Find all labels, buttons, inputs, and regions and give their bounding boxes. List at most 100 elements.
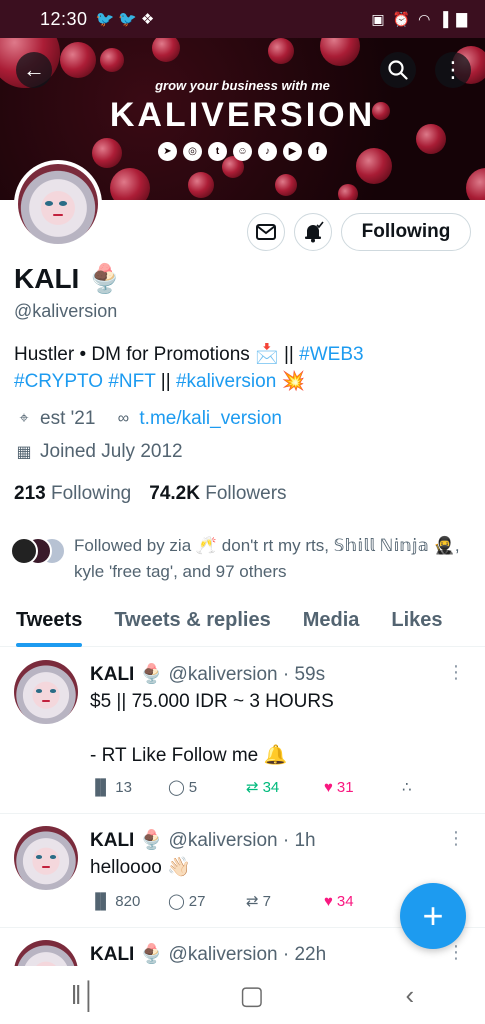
banner-bubble [320, 38, 360, 66]
twitter-icon: 🐦 [95, 11, 115, 28]
bell-check-icon [305, 221, 324, 243]
heart-icon: ♥ [324, 778, 333, 796]
tab-tweets-replies[interactable]: Tweets & replies [98, 594, 286, 647]
message-button[interactable] [247, 213, 285, 251]
twitter-icon: 🐦 [118, 11, 137, 28]
tweet-actions: ▐▌ 13 ◯ 5 ⇄ 34 ♥ 31 ∴ [90, 778, 480, 797]
instagram-icon: ◎ [183, 142, 202, 161]
avatar [10, 537, 38, 565]
share-icon: ∴ [402, 779, 412, 796]
calendar-icon: ▦ [16, 444, 32, 461]
retweet-icon: ⇄ [246, 893, 259, 910]
tweet-author-name: KALI 🍨 [90, 944, 164, 965]
profile-location: est '21 [40, 408, 96, 429]
link-icon: ∞ [117, 410, 130, 427]
facebook-icon: f [308, 142, 327, 161]
tweet-text: helloooo 👋🏻 [90, 857, 191, 878]
banner-bubble [188, 172, 214, 198]
reply-button[interactable]: ◯ 5 [168, 778, 246, 797]
more-options-button[interactable]: ⋮ [435, 52, 471, 88]
tweet[interactable]: KALI 🍨 @kaliversion · 59s ⋮ $5 || 75.000… [0, 648, 485, 814]
hashtag-link[interactable]: #CRYPTO [14, 371, 103, 392]
tweet-meta: @kaliversion · 22h [168, 944, 327, 965]
profile-avatar[interactable] [14, 160, 102, 248]
followed-by[interactable]: Followed by zia 🥂 don't rt my rts, 𝕊𝕙𝕚𝕝𝕝… [10, 533, 480, 585]
back-button[interactable]: ← [16, 52, 52, 88]
wifi-icon: ◠ [418, 10, 431, 27]
tweet-avatar[interactable] [14, 826, 78, 890]
profile-name: KALI 🍨 [14, 263, 122, 294]
banner-bubble [60, 42, 96, 78]
tweet-meta: @kaliversion · 1h [168, 830, 316, 851]
profile-tabs: Tweets Tweets & replies Media Likes [0, 594, 485, 647]
retweet-button[interactable]: ⇄ 7 [246, 892, 324, 911]
tiktok-icon: ♪ [258, 142, 277, 161]
alarm-icon: ⏰ [392, 10, 411, 27]
notifications-button[interactable] [294, 213, 332, 251]
following-button[interactable]: Following [341, 213, 471, 251]
tab-media[interactable]: Media [287, 594, 376, 647]
battery-saver-icon: ▣ [371, 10, 385, 27]
hashtag-link[interactable]: #kaliversion [176, 371, 276, 392]
views-button[interactable]: ▐▌ 13 [90, 778, 168, 796]
share-button[interactable]: ∴ [402, 778, 480, 796]
tweet-avatar[interactable] [14, 940, 78, 966]
profile-url[interactable]: t.me/kali_version [139, 408, 282, 430]
tab-tweets[interactable]: Tweets [0, 594, 98, 647]
reply-button[interactable]: ◯ 27 [168, 892, 246, 911]
banner-brand: KALIVERSION [109, 96, 376, 134]
retweet-icon: ⇄ [246, 779, 259, 796]
tweet-text: $5 || 75.000 IDR ~ 3 HOURS - RT Like Fol… [90, 691, 334, 766]
retweet-button[interactable]: ⇄ 34 [246, 778, 324, 797]
views-button[interactable]: ▐▌ 820 [90, 892, 168, 910]
tweet-actions: ▐▌ 820 ◯ 27 ⇄ 7 ♥ 34 [90, 892, 402, 911]
arrow-left-icon: ← [23, 57, 45, 82]
more-vertical-icon: ⋮ [442, 57, 464, 82]
like-button[interactable]: ♥ 34 [324, 892, 402, 910]
plus-icon: + [422, 895, 444, 936]
tweet-author-name: KALI 🍨 [90, 830, 164, 851]
search-icon [388, 60, 408, 80]
signal-icon: ▐ [438, 11, 449, 27]
more-vertical-icon[interactable]: ⋮ [447, 828, 465, 849]
comment-icon: ◯ [168, 779, 185, 796]
profile-joined-row: ▦ Joined July 2012 [14, 441, 183, 463]
recent-apps-icon[interactable]: ‖│ [71, 980, 98, 1011]
home-icon[interactable]: ▢ [239, 980, 264, 1011]
like-button[interactable]: ♥ 31 [324, 778, 402, 796]
tweet-meta: @kaliversion · 59s [168, 664, 326, 685]
banner-social-icons: ➤ ◎ t ☺ ♪ ▶ f [0, 142, 485, 161]
following-count-link[interactable]: 213 Following [14, 483, 131, 505]
banner-bubble [268, 38, 294, 64]
slack-icon: ❖ [140, 11, 155, 28]
tweet-avatar[interactable] [14, 660, 78, 724]
profile-joined: Joined July 2012 [40, 441, 183, 462]
comment-icon: ◯ [168, 893, 185, 910]
followed-by-text: Followed by zia 🥂 don't rt my rts, 𝕊𝕙𝕚𝕝𝕝… [74, 536, 460, 581]
battery-icon: ▇ [456, 10, 467, 27]
tab-likes[interactable]: Likes [375, 594, 458, 647]
hashtag-link[interactable]: #NFT [108, 371, 155, 392]
banner-bubble [152, 38, 180, 62]
heart-icon: ♥ [324, 892, 333, 910]
banner-bubble [466, 168, 485, 200]
location-icon: ⌖ [19, 410, 29, 427]
more-vertical-icon[interactable]: ⋮ [447, 662, 465, 683]
twitter-icon: t [208, 142, 227, 161]
profile-handle: @kaliversion [14, 301, 118, 321]
youtube-icon: ▶ [283, 142, 302, 161]
discord-icon: ☺ [233, 142, 252, 161]
back-icon[interactable]: ‹ [406, 980, 415, 1011]
banner-bubble [100, 48, 124, 72]
telegram-icon: ➤ [158, 142, 177, 161]
compose-tweet-button[interactable]: + [400, 883, 466, 949]
profile-stats: 213 Following 74.2K Followers [14, 483, 287, 505]
profile-bio: Hustler • DM for Promotions 📩 || #WEB3 #… [14, 344, 364, 392]
follower-avatars [10, 537, 66, 567]
system-nav-bar: ‖│ ▢ ‹ [0, 966, 485, 1024]
followers-count-link[interactable]: 74.2K Followers [149, 483, 286, 505]
hashtag-link[interactable]: #WEB3 [299, 344, 363, 365]
search-button[interactable] [380, 52, 416, 88]
more-vertical-icon[interactable]: ⋮ [447, 942, 465, 963]
banner-bubble [338, 184, 358, 200]
